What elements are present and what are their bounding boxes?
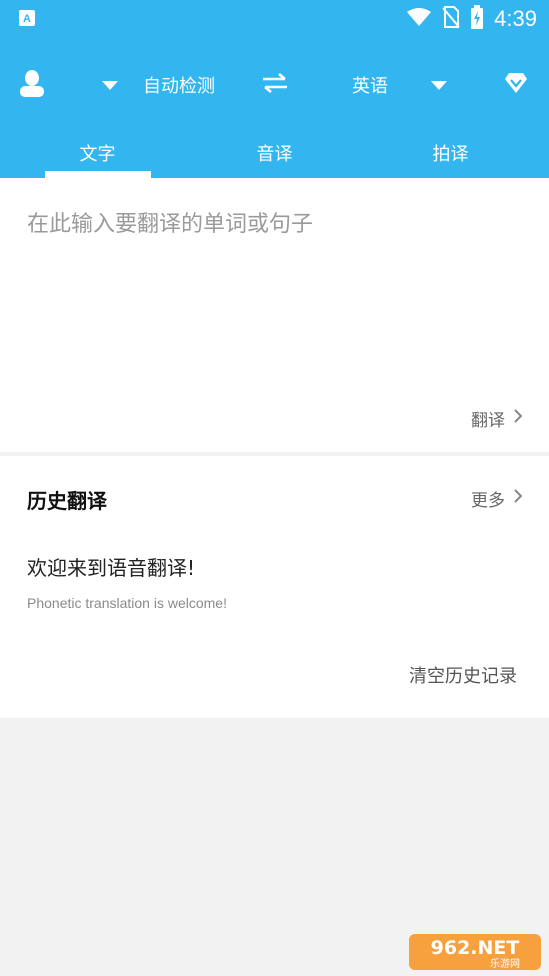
translation-input-card: 在此输入要翻译的单词或句子 翻译 (0, 178, 549, 452)
status-bar: A 4:39 (0, 0, 549, 38)
vip-button[interactable] (496, 60, 536, 110)
svg-text:A: A (23, 13, 31, 25)
app-header: A 4:39 自动检测 英语 文字 音译 拍译 (0, 0, 549, 178)
svg-text:962.NET: 962.NET (431, 937, 520, 959)
caret-down-icon (431, 76, 447, 95)
more-history-button[interactable]: 更多 (471, 486, 523, 511)
translate-label: 翻译 (471, 411, 505, 431)
target-language-selector[interactable]: 英语 (342, 60, 398, 110)
chevron-right-icon (513, 488, 523, 509)
translation-input[interactable]: 在此输入要翻译的单词或句子 (27, 206, 313, 238)
history-card: 历史翻译 更多 欢迎来到语音翻译! Phonetic translation i… (0, 456, 549, 718)
history-translation-text: Phonetic translation is welcome! (27, 595, 227, 611)
target-language-dropdown-button[interactable] (422, 60, 456, 110)
app-notification-icon: A (18, 9, 36, 27)
watermark-logo: 962.NET 乐游网 (407, 932, 543, 972)
source-language-label: 自动检测 (143, 76, 215, 97)
no-sim-icon (442, 6, 460, 32)
chevron-right-icon (513, 408, 523, 429)
tab-label: 音译 (256, 144, 293, 165)
caret-down-icon (102, 76, 118, 95)
status-time: 4:39 (494, 6, 537, 31)
battery-charging-icon (470, 5, 484, 33)
tab-label: 文字 (79, 144, 116, 165)
language-toolbar: 自动检测 英语 (0, 60, 549, 110)
target-language-label: 英语 (352, 76, 388, 97)
tab-voice[interactable]: 音译 (183, 128, 366, 178)
wifi-icon (406, 7, 432, 31)
diamond-icon (504, 72, 528, 98)
swap-languages-button[interactable] (252, 60, 298, 110)
swap-arrows-icon (261, 72, 289, 98)
active-tab-indicator (45, 171, 151, 178)
history-source-text: 欢迎来到语音翻译! (27, 556, 196, 580)
history-list-item[interactable]: 欢迎来到语音翻译! Phonetic translation is welcom… (27, 552, 527, 611)
history-title: 历史翻译 (27, 489, 107, 513)
tab-label: 拍译 (432, 144, 469, 165)
user-button[interactable] (10, 60, 54, 110)
clear-history-button[interactable]: 清空历史记录 (409, 662, 517, 688)
translate-button[interactable]: 翻译 (471, 406, 523, 431)
svg-text:乐游网: 乐游网 (490, 957, 520, 970)
more-label: 更多 (471, 491, 505, 511)
source-language-selector[interactable]: 自动检测 (134, 60, 224, 110)
language-dropdown-button[interactable] (92, 60, 128, 110)
tab-photo[interactable]: 拍译 (359, 128, 542, 178)
user-icon (19, 69, 45, 101)
